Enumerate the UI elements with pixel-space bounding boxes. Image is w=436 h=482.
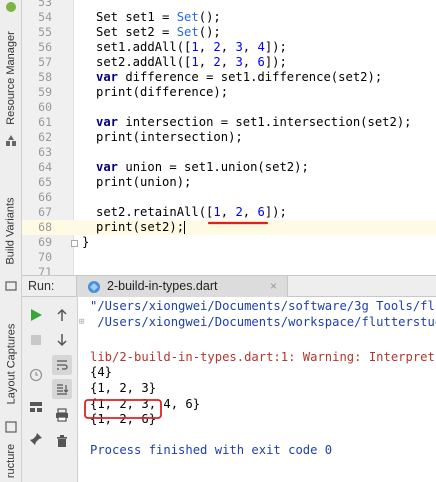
- stop-button[interactable]: [26, 330, 46, 350]
- scroll-down-button[interactable]: [52, 330, 72, 350]
- layout-icon: [30, 402, 42, 412]
- scroll-to-end-button[interactable]: [52, 379, 72, 399]
- soft-wrap-button[interactable]: [52, 355, 72, 375]
- rerun-button[interactable]: [26, 305, 46, 325]
- pin-tab-button[interactable]: [26, 429, 46, 449]
- android-icon[interactable]: [4, 0, 18, 14]
- build-variants-icon: [4, 279, 18, 293]
- stop-icon: [31, 335, 41, 345]
- sidebar-tab-label: Resource Manager: [5, 30, 17, 125]
- run-label: Run:: [28, 279, 55, 293]
- sidebar-tab-build-variants[interactable]: Build Variants: [0, 185, 22, 277]
- annotation-underline: [207, 221, 269, 225]
- close-icon[interactable]: ×: [270, 279, 277, 293]
- sidebar-tab-structure[interactable]: ructure: [0, 440, 22, 482]
- tab-label: 2-build-in-types.dart: [107, 279, 218, 293]
- debug-button[interactable]: [26, 365, 46, 385]
- trash-icon: [57, 435, 67, 447]
- wrap-icon: [57, 360, 68, 370]
- arrow-down-icon: [57, 334, 67, 347]
- printer-icon: [56, 408, 68, 422]
- scroll-up-button[interactable]: [52, 305, 72, 325]
- clear-all-button[interactable]: [52, 431, 72, 451]
- run-panel-header: Run: 2-build-in-types.dart ×: [22, 275, 436, 297]
- sidebar-tab-layout-captures[interactable]: Layout Captures: [0, 310, 22, 418]
- resource-manager-icon: [4, 134, 18, 148]
- layout-button[interactable]: [26, 397, 46, 417]
- layout-captures-icon: [4, 420, 18, 434]
- run-toolbar: [22, 297, 78, 482]
- dart-icon: [87, 279, 101, 298]
- timer-icon: [29, 368, 43, 382]
- sidebar-tab-label: Build Variants: [5, 197, 17, 265]
- code-editor[interactable]: 53 54 Set set1 = Set(); 55 Set set2 = Set();…: [22, 0, 436, 275]
- annotation-box: [84, 399, 162, 419]
- play-icon: [31, 309, 42, 321]
- left-tool-sidebar: Resource Manager Build Variants Layout C…: [0, 0, 22, 482]
- console-output[interactable]: "/Users/xiongwei/Documents/software/3g T…: [78, 297, 436, 482]
- scroll-end-icon: [57, 384, 69, 395]
- sidebar-tab-label: Layout Captures: [5, 323, 17, 405]
- sidebar-tab-resource-manager[interactable]: Resource Manager: [0, 20, 22, 135]
- sidebar-tab-label: ructure: [5, 443, 17, 479]
- pin-icon: [30, 433, 42, 445]
- arrow-up-icon: [57, 308, 67, 321]
- tab-run-config[interactable]: 2-build-in-types.dart ×: [76, 276, 288, 297]
- print-button[interactable]: [52, 405, 72, 425]
